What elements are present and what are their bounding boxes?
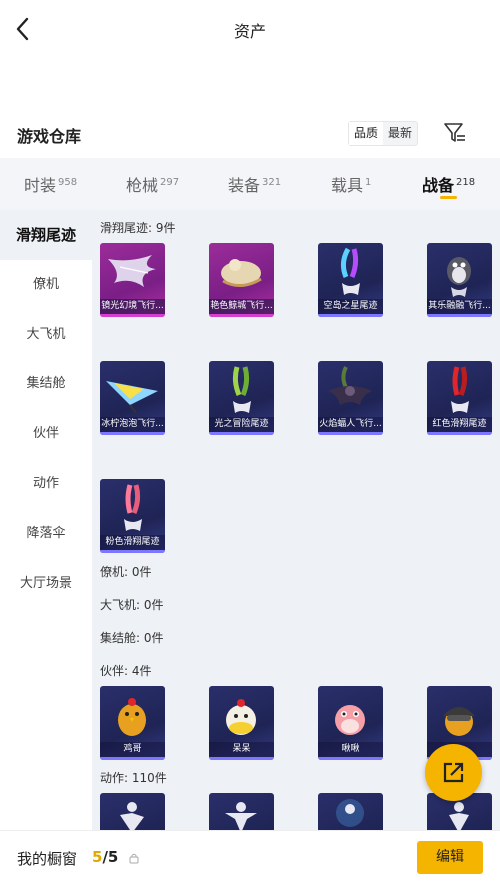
showcase-label: 我的橱窗 xyxy=(17,850,78,868)
item-name: 艳色鲸城飞行... xyxy=(209,299,274,314)
item-name: 镜光幻境飞行... xyxy=(100,299,165,314)
item-name: 其乐融融飞行... xyxy=(427,299,492,314)
item-name: 火焰蝠人飞行... xyxy=(318,417,383,432)
category-header-pod: 集结舱: 0件 xyxy=(100,631,164,645)
sidebar-item-parachute[interactable]: 降落伞 xyxy=(0,509,92,559)
tab-battle-prep[interactable]: 战备 218 xyxy=(422,172,475,196)
item-card[interactable]: 艳色鲸城飞行... xyxy=(209,243,274,317)
item-card[interactable] xyxy=(318,793,383,830)
filter-icon[interactable] xyxy=(442,121,468,145)
sidebar-item-wingman[interactable]: 僚机 xyxy=(0,260,92,310)
item-card[interactable]: 啾啾 xyxy=(318,686,383,760)
top-bar: 资产 xyxy=(0,0,500,60)
item-card[interactable]: 冰柠泡泡飞行... xyxy=(100,361,165,435)
category-header-partner: 伙伴: 4件 xyxy=(100,664,152,678)
item-card[interactable]: 粉色滑翔尾迹 xyxy=(100,479,165,553)
item-card[interactable]: 红色滑翔尾迹 xyxy=(427,361,492,435)
sort-quality-button[interactable]: 品质 xyxy=(349,122,384,145)
category-tabs: 时装 958 枪械 297 装备 321 载具 1 战备 218 xyxy=(0,158,500,210)
item-name: 呆呆 xyxy=(209,742,274,757)
sidebar: 滑翔尾迹 僚机 大飞机 集结舱 伙伴 动作 降落伞 大厅场景 xyxy=(0,210,92,830)
page-title: 资产 xyxy=(233,22,266,41)
item-card[interactable] xyxy=(209,793,274,830)
item-name: 啾啾 xyxy=(318,742,383,757)
sidebar-item-plane[interactable]: 大飞机 xyxy=(0,310,92,360)
share-button[interactable] xyxy=(425,744,482,801)
category-header-trail: 滑翔尾迹: 9件 xyxy=(100,221,176,235)
item-name: 红色滑翔尾迹 xyxy=(427,417,492,432)
showcase-count: 5/5 xyxy=(92,848,119,866)
bottom-bar: 我的橱窗 5/5 编辑 xyxy=(0,830,500,885)
sidebar-item-emote[interactable]: 动作 xyxy=(0,459,92,509)
item-card[interactable] xyxy=(100,793,165,830)
lock-icon xyxy=(129,853,139,864)
item-card[interactable]: 空岛之星尾迹 xyxy=(318,243,383,317)
item-name: 鸡哥 xyxy=(100,742,165,757)
emote-figure-icon xyxy=(120,802,144,830)
tab-fashion[interactable]: 时装 958 xyxy=(24,172,77,196)
sidebar-item-partner[interactable]: 伙伴 xyxy=(0,409,92,459)
item-card[interactable]: 其乐融融飞行... xyxy=(427,243,492,317)
sidebar-item-lobby[interactable]: 大厅场景 xyxy=(0,559,92,609)
sidebar-item-trail[interactable]: 滑翔尾迹 xyxy=(0,210,92,260)
item-card[interactable]: 镜光幻境飞行... xyxy=(100,243,165,317)
category-header-emote: 动作: 110件 xyxy=(100,771,167,785)
edit-button[interactable]: 编辑 xyxy=(417,841,483,874)
tab-guns[interactable]: 枪械 297 xyxy=(126,172,179,196)
sort-toggle: 品质 最新 xyxy=(348,121,419,146)
item-name: 冰柠泡泡飞行... xyxy=(100,417,165,432)
warehouse-title: 游戏仓库 xyxy=(17,127,82,146)
category-header-wingman: 僚机: 0件 xyxy=(100,565,152,579)
emote-figure-icon xyxy=(336,799,364,827)
category-header-plane: 大飞机: 0件 xyxy=(100,598,164,612)
item-grid-panel: 滑翔尾迹: 9件 镜光幻境飞行... 艳色鲸城飞行... 空岛之星尾迹 其乐融融… xyxy=(92,210,500,830)
share-icon xyxy=(443,762,464,783)
item-card[interactable]: 鸡哥 xyxy=(100,686,165,760)
item-card[interactable]: 光之冒险尾迹 xyxy=(209,361,274,435)
item-name: 光之冒险尾迹 xyxy=(209,417,274,432)
tab-vehicles[interactable]: 载具 1 xyxy=(331,172,371,196)
item-card[interactable]: 呆呆 xyxy=(209,686,274,760)
emote-figure-icon xyxy=(225,802,257,830)
sort-latest-button[interactable]: 最新 xyxy=(383,122,417,145)
item-card[interactable]: 火焰蝠人飞行... xyxy=(318,361,383,435)
item-name: 空岛之星尾迹 xyxy=(318,299,383,314)
active-tab-indicator xyxy=(440,196,457,199)
sidebar-item-pod[interactable]: 集结舱 xyxy=(0,359,92,409)
item-name: 粉色滑翔尾迹 xyxy=(100,535,165,550)
tab-equipment[interactable]: 装备 321 xyxy=(228,172,281,196)
